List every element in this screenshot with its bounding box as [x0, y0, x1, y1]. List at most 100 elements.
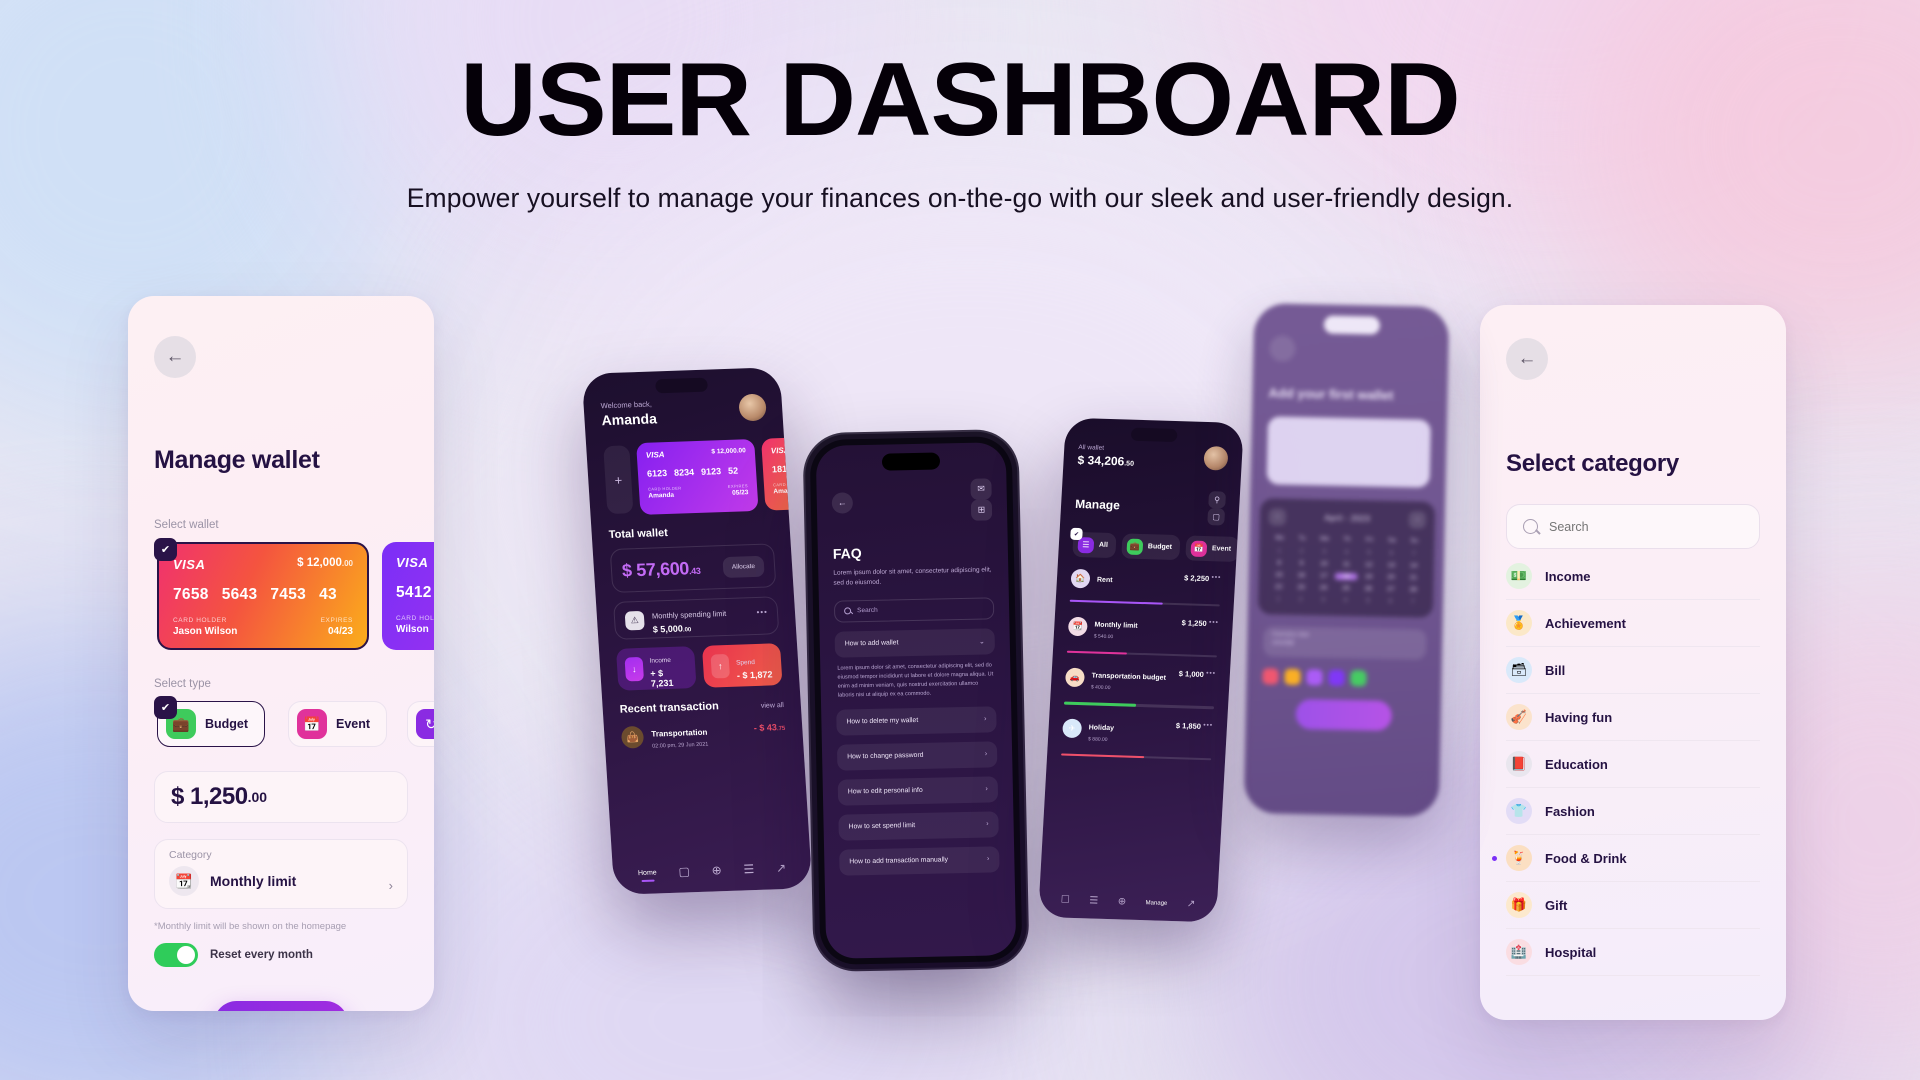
- calendar-day[interactable]: 24: [1312, 584, 1335, 591]
- dashboard-card[interactable]: VISA $ 12,000.00 6123 8234 9123 52 CARD HOL…: [636, 438, 759, 515]
- category-list-item[interactable]: 🗃 Bill: [1506, 647, 1760, 694]
- calendar-day[interactable]: 3: [1313, 548, 1336, 555]
- back-button[interactable]: ←: [1506, 338, 1548, 380]
- calendar-day[interactable]: 5: [1357, 597, 1380, 604]
- more-options-icon[interactable]: •••: [756, 608, 768, 617]
- faq-search[interactable]: Search: [833, 596, 995, 623]
- nav-stats-icon[interactable]: ↗: [776, 861, 787, 875]
- manage-row[interactable]: ✈ Holiday $ 880.00 $ 1,850 •••: [1062, 715, 1214, 753]
- category-list-item[interactable]: 🎻 Having fun: [1506, 694, 1760, 741]
- calendar-day[interactable]: 4: [1335, 549, 1358, 556]
- back-button[interactable]: [1269, 335, 1296, 362]
- category-list-item[interactable]: 🏅 Achievement: [1506, 600, 1760, 647]
- nav-wallet-icon[interactable]: ☐: [1060, 895, 1070, 906]
- calendar-day[interactable]: 13: [1380, 562, 1403, 569]
- calendar-day[interactable]: 26: [1357, 585, 1380, 592]
- spend-tile[interactable]: ↑ Spend - $ 1,872: [701, 643, 783, 688]
- nav-list-icon[interactable]: ☰: [743, 862, 755, 876]
- manage-row[interactable]: 🚗 Transportation budget $ 400.00 $ 1,000 •••: [1064, 664, 1216, 702]
- color-swatch[interactable]: [1306, 669, 1323, 686]
- calendar-day[interactable]: 3: [1312, 596, 1335, 603]
- type-selected-checkbox[interactable]: ✔: [154, 696, 177, 719]
- calendar-day[interactable]: 6: [1379, 598, 1402, 605]
- manage-row[interactable]: 📆 Monthly limit $ 540.00 $ 1,250 •••: [1067, 613, 1219, 651]
- manage-row[interactable]: 🏠 Rent $ 2,250 •••: [1070, 568, 1221, 600]
- calendar-day[interactable]: 1: [1268, 547, 1291, 555]
- more-options-icon[interactable]: •••: [1206, 670, 1216, 677]
- category-list-item[interactable]: 💵 Income: [1506, 553, 1760, 600]
- calendar-day[interactable]: 12: [1358, 561, 1381, 568]
- nav-home[interactable]: Home: [638, 869, 657, 877]
- faq-item[interactable]: How to add transaction manually ›: [839, 845, 1000, 876]
- color-swatch[interactable]: [1350, 670, 1367, 687]
- calendar-day[interactable]: 10: [1313, 560, 1336, 567]
- category-list-item[interactable]: 📕 Education: [1506, 741, 1760, 788]
- calendar-day[interactable]: 4: [1334, 597, 1357, 604]
- calendar-day[interactable]: 6: [1380, 550, 1403, 557]
- search-input[interactable]: [1549, 519, 1743, 534]
- calendar-day[interactable]: 23: [1290, 584, 1313, 591]
- calendar-day[interactable]: 28: [1402, 586, 1425, 593]
- calendar-day[interactable]: 22: [1267, 583, 1290, 591]
- nav-list-icon[interactable]: ☰: [1089, 895, 1099, 906]
- category-search[interactable]: [1506, 504, 1760, 549]
- category-field[interactable]: Category 📆 Monthly limit ›: [154, 839, 408, 909]
- amount-field[interactable]: $ 1,250 .00: [154, 771, 408, 823]
- back-button[interactable]: ←: [154, 336, 196, 378]
- calendar-day[interactable]: 8: [1268, 559, 1291, 567]
- faq-item[interactable]: How to edit personal info ›: [837, 775, 999, 806]
- calendar-day[interactable]: 19: [1357, 573, 1380, 580]
- calendar-day[interactable]: 27: [1379, 586, 1402, 593]
- calendar-day[interactable]: 7: [1402, 598, 1425, 605]
- calendar-day[interactable]: 21: [1402, 574, 1425, 581]
- calendar-day[interactable]: 11: [1335, 561, 1358, 568]
- calendar-day[interactable]: 17: [1312, 572, 1335, 579]
- nav-stats-icon[interactable]: ↗: [1187, 898, 1196, 909]
- category-list-item[interactable]: 🍹 Food & Drink: [1492, 835, 1760, 882]
- faq-item[interactable]: How to add wallet ⌄: [834, 627, 996, 658]
- type-chip-event[interactable]: 📅 Event: [288, 701, 388, 747]
- calendar-day[interactable]: 15: [1268, 571, 1291, 579]
- search-icon[interactable]: ⚲: [1208, 491, 1227, 509]
- more-options-icon[interactable]: •••: [1209, 619, 1219, 626]
- submit-button[interactable]: [1294, 698, 1392, 731]
- wallet-selected-checkbox[interactable]: ✔: [154, 538, 177, 561]
- calendar-day[interactable]: 2: [1290, 596, 1313, 603]
- view-all-link[interactable]: view all: [761, 702, 784, 710]
- calendar-day[interactable]: 14: [1402, 562, 1425, 569]
- category-list-item[interactable]: 🏥 Hospital: [1506, 929, 1760, 976]
- faq-item[interactable]: How to change password ›: [836, 741, 998, 771]
- calendar-day[interactable]: 7: [1403, 550, 1426, 557]
- calendar-day[interactable]: 25: [1335, 585, 1358, 592]
- color-swatch[interactable]: [1262, 668, 1279, 685]
- calendar-day[interactable]: 5: [1358, 549, 1381, 556]
- more-options-icon[interactable]: •••: [1203, 722, 1213, 729]
- dashboard-card[interactable]: VISA $ 8,200 18124420 CARD HOLDERAmanda: [761, 434, 813, 511]
- calendar-day[interactable]: 2: [1291, 548, 1314, 555]
- chip-selected-checkbox[interactable]: ✔: [1070, 527, 1083, 541]
- calendar-day[interactable]: 18: [1334, 572, 1358, 581]
- wallet-card[interactable]: VISA $ 8,450.00 54127612331088 CARD HOLD…: [382, 542, 434, 650]
- calendar-day[interactable]: 9: [1290, 560, 1313, 567]
- allocate-button[interactable]: Allocate: [722, 555, 765, 578]
- category-list-item[interactable]: 🎁 Gift: [1506, 882, 1760, 929]
- back-button[interactable]: ←: [831, 491, 854, 514]
- faq-item[interactable]: How to set spend limit ›: [838, 810, 999, 841]
- prev-month-button[interactable]: ‹: [1268, 508, 1287, 526]
- mail-icon[interactable]: ✉: [970, 478, 992, 500]
- monthly-spending-limit[interactable]: ⚠ Monthly spending limit $ 5,000.00 •••: [613, 596, 780, 640]
- faq-item[interactable]: How to delete my wallet ›: [836, 706, 997, 736]
- nav-add-icon[interactable]: ⊕: [1117, 896, 1126, 907]
- reset-every-month-toggle[interactable]: [154, 943, 198, 967]
- add-card-button[interactable]: +: [603, 445, 634, 515]
- calendar-icon[interactable]: ▢: [1207, 508, 1226, 526]
- next-month-button[interactable]: ›: [1408, 511, 1427, 529]
- calendar-day[interactable]: 1: [1267, 595, 1290, 603]
- type-chip-repeat-bill[interactable]: ↻ Repeat bill: [407, 701, 434, 747]
- category-list-item[interactable]: 👕 Fashion: [1506, 788, 1760, 835]
- expiration-date-field[interactable]: Expiration date mm/dd: [1262, 626, 1427, 660]
- wallet-card[interactable]: VISA $ 12,000.00 7658 5643 7453 43 CARD HOL…: [157, 542, 369, 650]
- grid-icon[interactable]: ⊞: [970, 499, 993, 521]
- nav-wallet-icon[interactable]: ▢: [678, 864, 690, 878]
- continue-button[interactable]: ⟶: [214, 1001, 348, 1011]
